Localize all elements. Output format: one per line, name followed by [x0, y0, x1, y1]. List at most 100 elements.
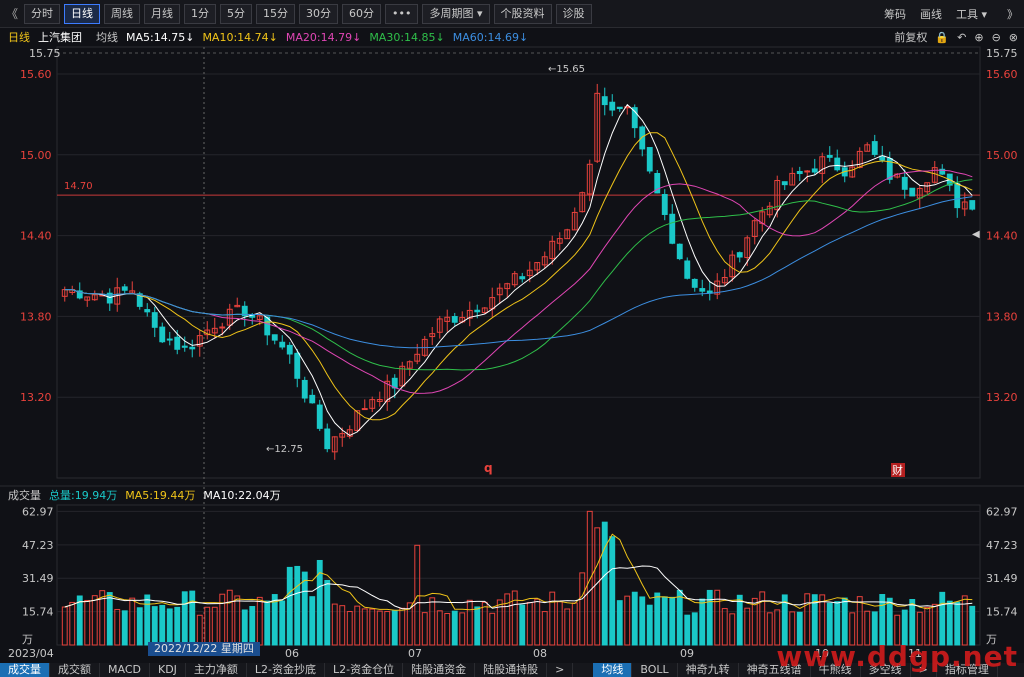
volume-bar: [309, 596, 316, 646]
volume-bar: [369, 608, 376, 646]
candle-body: [609, 101, 616, 111]
candle-body: [361, 408, 368, 411]
indicator-tab-9[interactable]: >: [547, 663, 574, 677]
volume-bar: [759, 591, 766, 646]
volume-bar: [61, 606, 68, 646]
indicator-tab-8[interactable]: 陆股通持股: [475, 663, 548, 677]
kline-chart[interactable]: 15.75 15.75 15.60 15.60 15.00 15.00 14.40 14.40…: [0, 0, 1024, 663]
volume-bar: [729, 613, 736, 646]
candles: [61, 83, 976, 460]
price-tick-left-3: 13.80: [20, 310, 52, 323]
volume-bar: [84, 599, 91, 646]
volume-bar: [489, 612, 496, 646]
volume-bar: [481, 601, 488, 646]
candle-body: [601, 96, 608, 106]
volume-bar: [174, 606, 181, 646]
indicator-tab-5[interactable]: L2-资金抄底: [247, 663, 326, 677]
high-label: ←15.65: [548, 64, 585, 75]
volume-bar: [526, 602, 533, 646]
volume-bar: [939, 591, 946, 646]
volume-ma5-line: [64, 533, 973, 611]
volume-bar: [399, 607, 406, 646]
volume-bar: [429, 597, 436, 646]
volume-bar: [616, 600, 623, 646]
candle-body: [804, 170, 811, 173]
volume-bar: [841, 597, 848, 646]
volume-bar: [639, 596, 646, 646]
volume-title: 成交量: [8, 489, 41, 502]
hline-label: 14.70: [64, 181, 93, 192]
candle-body: [151, 312, 158, 328]
indicator-tab-1[interactable]: 成交额: [50, 663, 100, 677]
candle-body: [871, 141, 878, 155]
candle-body: [294, 352, 301, 379]
indicator-tab-2[interactable]: MACD: [100, 663, 150, 677]
volume-bar: [241, 609, 248, 646]
indicator-tab-11[interactable]: BOLL: [632, 663, 678, 677]
indicator-tab-12[interactable]: 神奇九转: [678, 663, 739, 677]
volume-bar: [114, 608, 121, 646]
volume-bar: [646, 604, 653, 646]
volume-bar: [249, 606, 256, 646]
volume-bar: [219, 593, 226, 646]
volume-bar: [196, 614, 203, 646]
volume-bar: [579, 572, 586, 646]
indicator-tab-6[interactable]: L2-资金仓位: [325, 663, 404, 677]
volume-bar: [76, 595, 83, 646]
candle-body: [639, 126, 646, 150]
volume-bar: [189, 590, 196, 646]
indicator-tab-7[interactable]: 陆股通资金: [403, 663, 476, 677]
indicator-tab-10[interactable]: 均线: [593, 663, 633, 677]
x-label-0: 2023/04: [8, 647, 54, 660]
price-pointer: ◀: [972, 229, 980, 240]
candle-body: [301, 379, 308, 399]
volume-bar: [631, 591, 638, 646]
ma10-line: [64, 132, 973, 421]
volume-bar: [331, 603, 338, 646]
indicator-tab-3[interactable]: KDJ: [150, 663, 186, 677]
candle-body: [969, 200, 976, 210]
indicator-tab-4[interactable]: 主力净额: [186, 663, 247, 677]
volume-bar: [804, 593, 811, 646]
indicator-tab-0[interactable]: 成交量: [0, 663, 50, 677]
volume-bar: [706, 589, 713, 646]
volume-bar: [361, 608, 368, 646]
volume-bar: [294, 565, 301, 646]
volume-bar: [459, 612, 466, 646]
candle-body: [309, 394, 316, 404]
volume-bar: [256, 596, 263, 646]
volume-bar: [204, 606, 211, 646]
volume-bar: [129, 597, 136, 646]
candle-body: [174, 336, 181, 350]
volume-bar: [549, 591, 556, 646]
candle-body: [474, 309, 481, 313]
volume-tick-right-3: 15.74: [986, 606, 1018, 619]
volume-tick-left-4: 万: [22, 633, 33, 646]
price-tick-right-0: 15.60: [986, 68, 1018, 81]
volume-bar: [699, 598, 706, 646]
volume-bar: [166, 608, 173, 646]
candle-body: [181, 345, 188, 348]
candle-body: [166, 338, 173, 341]
volume-bar: [69, 601, 76, 646]
volume-tick-left-1: 47.23: [22, 539, 54, 552]
candle-body: [736, 252, 743, 258]
volume-bar: [556, 601, 563, 646]
volume-bar: [594, 527, 601, 646]
cai-marker: 财: [892, 463, 903, 477]
volume-bar: [451, 610, 458, 646]
volume-bar: [121, 610, 128, 646]
candle-body: [286, 344, 293, 355]
volume-bar: [324, 579, 331, 646]
volume-tick-left-0: 62.97: [22, 505, 54, 518]
volume-bar: [264, 600, 271, 646]
volume-bar: [886, 597, 893, 646]
candle-body: [811, 168, 818, 173]
volume-bar: [421, 612, 428, 646]
volume-tick-right-1: 47.23: [986, 539, 1018, 552]
price-panel-frame: [56, 46, 981, 479]
candle-body: [519, 276, 526, 280]
volume-bar: [654, 592, 661, 646]
x-label-2: 07: [408, 647, 422, 660]
volume-info-bar: 成交量 总量:19.94万 MA5:19.44万 MA10:22.04万: [0, 487, 1024, 503]
